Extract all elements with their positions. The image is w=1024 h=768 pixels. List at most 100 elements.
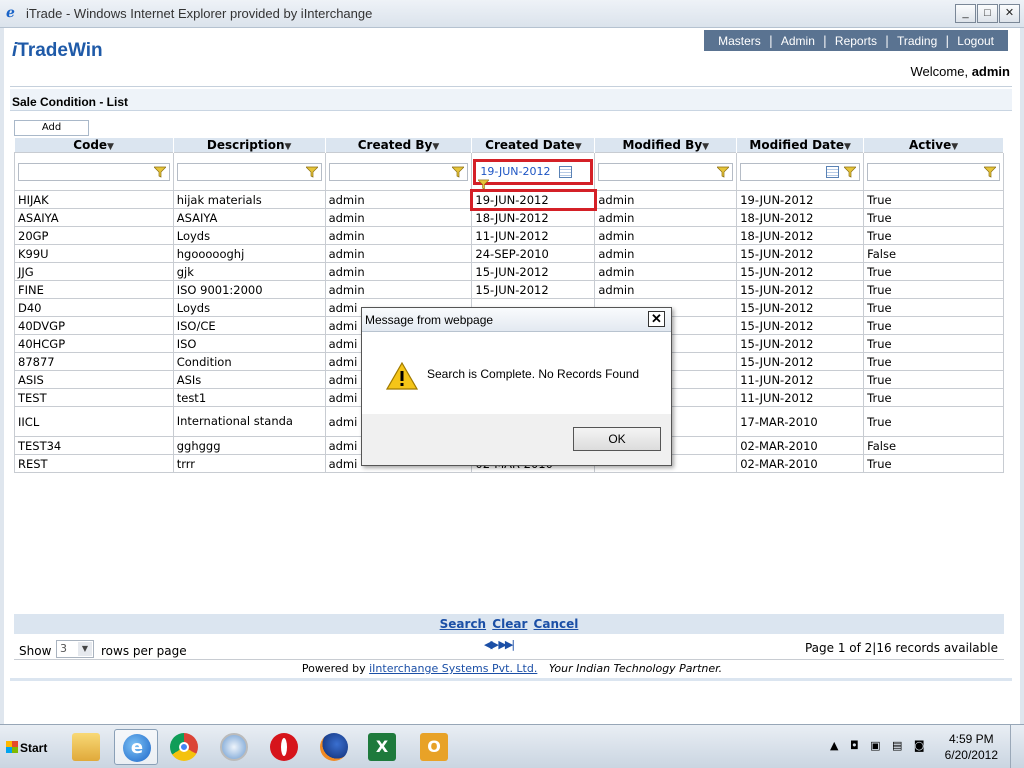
table-cell: FINE [14, 280, 174, 299]
filter-icon[interactable] [153, 166, 166, 178]
minimize-button[interactable]: _ [955, 4, 976, 23]
nav-logout[interactable]: Logout [949, 34, 1002, 48]
page-nav-arrows[interactable]: ◀▶ ▶▶| [484, 638, 515, 651]
table-cell: TEST34 [14, 436, 174, 455]
table-cell: True [863, 334, 1004, 353]
table-cell: 18-JUN-2012 [736, 226, 865, 245]
nav-admin[interactable]: Admin [773, 34, 823, 48]
table-cell: 15-JUN-2012 [736, 316, 865, 335]
col-header-created-by[interactable]: Created By▼ [325, 138, 473, 153]
calendar-icon[interactable] [559, 165, 573, 178]
last-page-icon[interactable]: ▶▶| [498, 638, 515, 651]
maximize-button[interactable]: □ [977, 4, 998, 23]
filter-created-date-input[interactable]: 19-JUN-2012 [473, 158, 594, 185]
chrome-taskbar-icon[interactable] [162, 729, 206, 765]
col-header-modified-by[interactable]: Modified By▼ [594, 138, 738, 153]
outlook-taskbar-icon[interactable]: O [412, 729, 456, 765]
calendar-icon[interactable] [826, 165, 840, 178]
col-header-code[interactable]: Code▼ [14, 138, 174, 153]
filter-modified-by-input[interactable] [598, 162, 734, 181]
table-cell: 40HCGP [14, 334, 174, 353]
page-info: Page 1 of 2|16 records available [804, 641, 998, 655]
show-desktop-button[interactable] [1010, 725, 1024, 768]
col-header-modified-date[interactable]: Modified Date▼ [736, 138, 865, 153]
filter-created-by-input[interactable] [328, 162, 469, 181]
nav-trading[interactable]: Trading [889, 34, 945, 48]
table-cell: False [863, 244, 1004, 263]
opera-taskbar-icon[interactable] [262, 729, 306, 765]
show-label: Show [19, 644, 52, 658]
company-link[interactable]: iInterchange Systems Pvt. Ltd. [369, 662, 537, 675]
filter-icon[interactable] [452, 166, 465, 178]
table-cell: admin [324, 280, 473, 299]
dialog-close-button[interactable]: ✕ [648, 311, 665, 327]
add-button[interactable]: Add [14, 120, 89, 136]
table-row[interactable]: ASAIYA ASAIYA admin 18-JUN-2012 admin 18-JUN-… [14, 208, 1004, 227]
col-header-created-date[interactable]: Created Date▼ [471, 138, 596, 153]
col-header-active[interactable]: Active▼ [863, 138, 1004, 153]
table-cell: REST [14, 454, 174, 473]
table-cell: JJG [14, 262, 174, 281]
table-cell: 02-MAR-2010 [736, 436, 865, 455]
table-cell: True [863, 370, 1004, 389]
table-cell: admin [324, 208, 473, 227]
start-button[interactable]: Start [2, 731, 52, 763]
taskbar: Start e X O ▲ ◘ ▣ ▤ ◙ 4:59 PM 6/20/2012 [0, 724, 1024, 768]
table-cell: 15-JUN-2012 [736, 334, 865, 353]
ie-taskbar-icon[interactable]: e [114, 729, 158, 765]
nav-reports[interactable]: Reports [827, 34, 885, 48]
filter-code-input[interactable] [18, 162, 170, 181]
table-cell: HIJAK [14, 190, 174, 209]
table-row[interactable]: JJG gjk admin 15-JUN-2012 admin 15-JUN-2012 Tr… [14, 262, 1004, 281]
filter-icon[interactable] [305, 166, 318, 178]
explorer-taskbar-icon[interactable] [64, 729, 108, 765]
clear-link[interactable]: Clear [492, 617, 527, 631]
tray-icons[interactable]: ▲ ◘ ▣ ▤ ◙ [830, 739, 929, 752]
excel-taskbar-icon[interactable]: X [360, 729, 404, 765]
filter-description-input[interactable] [176, 162, 322, 181]
table-cell: 18-JUN-2012 [736, 208, 865, 227]
cancel-link[interactable]: Cancel [534, 617, 579, 631]
filter-icon[interactable] [984, 166, 996, 178]
search-link[interactable]: Search [440, 617, 486, 631]
table-cell: True [863, 298, 1004, 317]
table-cell: 11-JUN-2012 [471, 226, 596, 245]
table-cell: False [863, 436, 1004, 455]
nav-masters[interactable]: Masters [710, 34, 769, 48]
table-cell: hgoooooghj [172, 244, 326, 263]
table-row[interactable]: FINE ISO 9001:2000 admin 15-JUN-2012 admin 15… [14, 280, 1004, 299]
filter-icon[interactable] [478, 179, 490, 190]
table-cell: True [863, 190, 1004, 209]
table-cell: admin [594, 208, 738, 227]
tagline: Your Indian Technology Partner. [548, 662, 723, 675]
grid-actions: Search Clear Cancel [14, 614, 1004, 634]
filter-modified-date-input[interactable] [740, 162, 861, 181]
table-cell: IICL [14, 406, 174, 437]
table-cell: test1 [172, 388, 326, 407]
filter-icon[interactable] [717, 166, 730, 178]
close-button[interactable]: ✕ [999, 4, 1020, 23]
table-row[interactable]: HIJAK hijak materials admin 19-JUN-2012 admi… [14, 188, 1004, 211]
col-header-description[interactable]: Description▼ [173, 138, 326, 153]
table-cell: 15-JUN-2012 [736, 352, 865, 371]
window-title: iTrade - Windows Internet Explorer provi… [26, 6, 373, 21]
table-cell: ISO 9001:2000 [172, 280, 326, 299]
table-cell: 15-JUN-2012 [471, 262, 596, 281]
firefox-taskbar-icon[interactable] [312, 729, 356, 765]
filter-active-input[interactable] [867, 162, 1000, 181]
safari-taskbar-icon[interactable] [212, 729, 256, 765]
table-row[interactable]: 20GP Loyds admin 11-JUN-2012 admin 18-JUN-201… [14, 226, 1004, 245]
table-cell: admin [324, 190, 473, 209]
table-cell: Condition [172, 352, 326, 371]
itradewin-logo: iTradeWin [12, 40, 103, 61]
window-titlebar: ℯ iTrade - Windows Internet Explorer pro… [0, 0, 1024, 28]
table-cell: 19-JUN-2012 [469, 188, 597, 211]
clock[interactable]: 4:59 PM 6/20/2012 [945, 731, 998, 763]
table-cell: 87877 [14, 352, 174, 371]
next-page-icon[interactable]: ◀▶ [484, 638, 499, 651]
table-row[interactable]: K99U hgoooooghj admin 24-SEP-2010 admin 15-JU… [14, 244, 1004, 263]
filter-icon[interactable] [844, 166, 857, 178]
table-cell: admin [324, 226, 473, 245]
ok-button[interactable]: OK [573, 427, 661, 451]
rows-per-page-select[interactable]: 3 ▼ [56, 640, 94, 658]
